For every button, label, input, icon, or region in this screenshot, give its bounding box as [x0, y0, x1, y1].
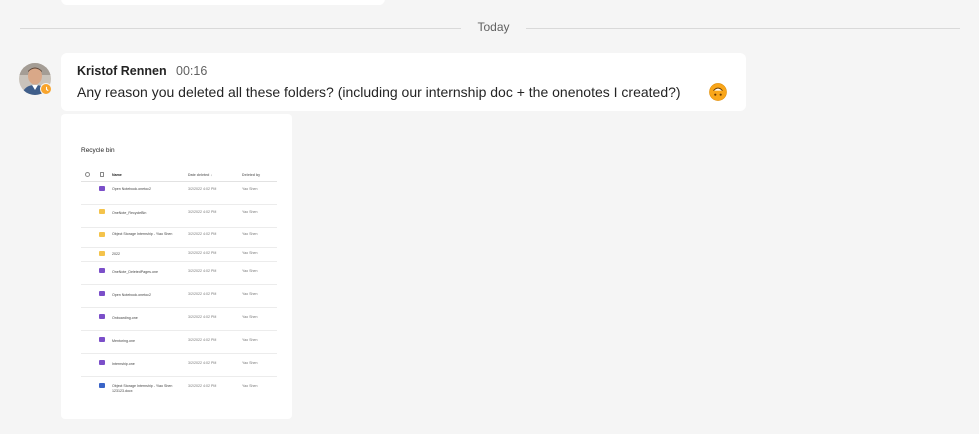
table-row: Object Storage Internship - Yiao Shen 3/…: [81, 228, 277, 248]
row-name: OneNote_DeletedPages.one: [112, 270, 158, 274]
table-row: Open Notebook.onetoc2 3/2/2022 4:02 PM Y…: [81, 182, 277, 205]
onenote-icon: [99, 360, 105, 365]
row-deleted-by: Yao Shen: [242, 251, 258, 255]
row-deleted-by: Yao Shen: [242, 361, 258, 365]
row-deleted-by: Yao Shen: [242, 269, 258, 273]
message-timestamp: 00:16: [176, 64, 208, 78]
row-deleted-by: Yao Shen: [242, 232, 258, 236]
folder-icon: [99, 251, 105, 256]
folder-icon: [99, 209, 105, 214]
row-date: 3/2/2022 4:02 PM: [188, 187, 217, 191]
row-deleted-by: Yao Shen: [242, 315, 258, 319]
table-row: OneNote_RecycleBin 3/2/2022 4:02 PM Yao …: [81, 205, 277, 228]
select-all-icon: [85, 171, 90, 177]
file-type-icon: [100, 171, 104, 177]
column-name: Name: [112, 173, 122, 177]
onenote-icon: [99, 268, 105, 273]
message-text: Any reason you deleted all these folders…: [77, 84, 681, 100]
onenote-icon: [99, 186, 105, 191]
row-date: 3/2/2022 4:02 PM: [188, 251, 217, 255]
row-deleted-by: Yao Shen: [242, 210, 258, 214]
row-name: Mentoring.one: [112, 339, 135, 343]
row-name: Open Notebook.onetoc2: [112, 293, 151, 297]
row-name: Object Storage Internship - Yiao Shen: [112, 232, 173, 236]
table-row: 2022 3/2/2022 4:02 PM Yao Shen: [81, 248, 277, 262]
row-name: Onboarding.one: [112, 316, 138, 320]
table-row: Object Storage Internship - Yiao Shen 12…: [81, 377, 277, 399]
onenote-icon: [99, 337, 105, 342]
row-date: 3/2/2022 4:02 PM: [188, 210, 217, 214]
onenote-icon: [99, 291, 105, 296]
row-name: OneNote_RecycleBin: [112, 211, 147, 215]
recycle-bin-title: Recycle bin: [81, 147, 115, 154]
row-name: Internship.one: [112, 362, 135, 366]
table-row: Open Notebook.onetoc2 3/2/2022 4:02 PM Y…: [81, 285, 277, 308]
row-date: 3/2/2022 4:02 PM: [188, 292, 217, 296]
message-card[interactable]: Kristof Rennen 00:16 Any reason you dele…: [61, 53, 746, 111]
column-deleted-by: Deleted by: [242, 173, 261, 177]
row-name: Open Notebook.onetoc2: [112, 187, 151, 191]
folder-icon: [99, 232, 105, 237]
table-row: OneNote_DeletedPages.one 3/2/2022 4:02 P…: [81, 262, 277, 285]
upside-down-smile-emoji-icon: [709, 83, 727, 101]
table-header: Name Date deleted ↓ Deleted by: [81, 170, 277, 182]
row-date: 3/2/2022 4:02 PM: [188, 384, 217, 388]
row-date: 3/2/2022 4:02 PM: [188, 361, 217, 365]
previous-message-card: [61, 0, 385, 5]
table-row: Onboarding.one 3/2/2022 4:02 PM Yao Shen: [81, 308, 277, 331]
recycle-bin-table: Name Date deleted ↓ Deleted by Open Note…: [81, 170, 277, 399]
table-row: Internship.one 3/2/2022 4:02 PM Yao Shen: [81, 354, 277, 377]
row-date: 3/2/2022 4:02 PM: [188, 338, 217, 342]
row-date: 3/2/2022 4:02 PM: [188, 315, 217, 319]
date-divider-line: [20, 28, 461, 29]
row-deleted-by: Yao Shen: [242, 187, 258, 191]
word-doc-icon: [99, 383, 105, 388]
row-name: Object Storage Internship - Yiao Shen 12…: [112, 384, 173, 393]
row-deleted-by: Yao Shen: [242, 292, 258, 296]
presence-away-icon: [40, 83, 52, 95]
row-deleted-by: Yao Shen: [242, 384, 258, 388]
column-date-deleted: Date deleted ↓: [188, 173, 213, 177]
row-deleted-by: Yao Shen: [242, 338, 258, 342]
onenote-icon: [99, 314, 105, 319]
message-author[interactable]: Kristof Rennen: [77, 64, 167, 78]
row-date: 3/2/2022 4:02 PM: [188, 232, 217, 236]
attachment-image-card[interactable]: Recycle bin Name Date deleted ↓ Deleted …: [61, 114, 292, 419]
row-date: 3/2/2022 4:02 PM: [188, 269, 217, 273]
table-row: Mentoring.one 3/2/2022 4:02 PM Yao Shen: [81, 331, 277, 354]
date-divider-label: Today: [477, 20, 510, 34]
avatar[interactable]: [19, 63, 52, 95]
row-name: 2022: [112, 252, 120, 256]
date-divider-line: [526, 28, 960, 29]
